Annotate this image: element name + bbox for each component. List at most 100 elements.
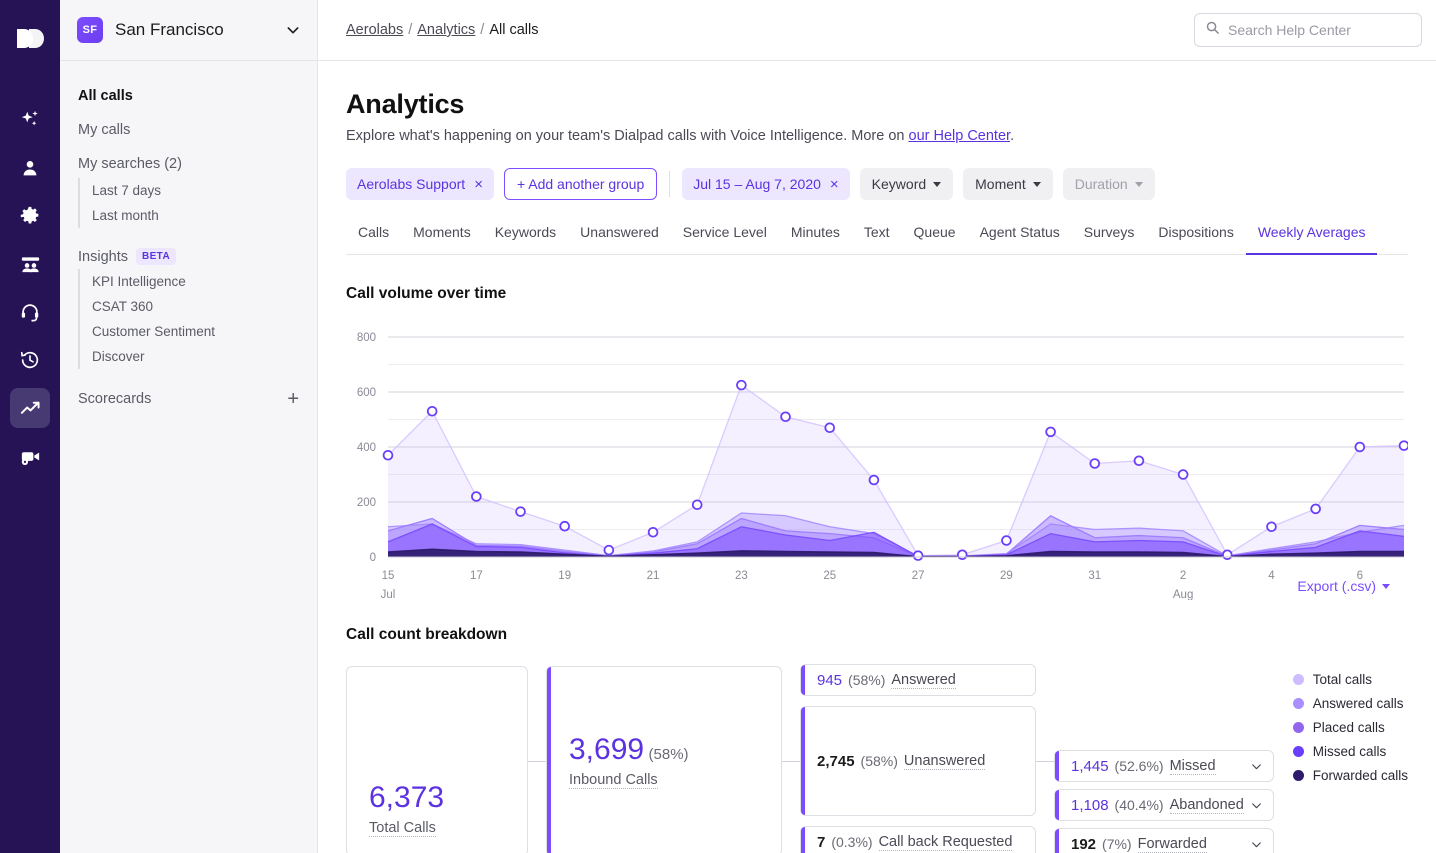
tab-weekly-averages[interactable]: Weekly Averages [1246,224,1378,255]
callback-requested-card[interactable]: 7 (0.3%) Call back Requested [800,826,1036,853]
analytics-trend-icon[interactable] [10,388,50,428]
filter-moment-dropdown[interactable]: Moment [963,168,1053,200]
tab-moments[interactable]: Moments [401,224,483,254]
missed-pct: (52.6%) [1115,758,1164,774]
svg-text:2: 2 [1180,570,1186,582]
sidebar-nav: All calls My calls My searches (2) Last … [60,61,317,411]
page-content: Analytics Explore what's happening on yo… [318,61,1436,853]
abandoned-card[interactable]: 1,108 (40.4%) Abandoned [1054,789,1274,821]
filter-keyword-dropdown[interactable]: Keyword [860,168,953,200]
export-csv-label: Export (.csv) [1297,578,1376,594]
inbound-calls-card[interactable]: 3,699 (58%) Inbound Calls [546,666,782,853]
add-another-group-button[interactable]: + Add another group [504,168,657,200]
answered-card[interactable]: 945 (58%) Answered [800,664,1036,696]
sidebar-item-discover[interactable]: Discover [92,344,317,369]
breadcrumb-root[interactable]: Aerolabs [346,22,403,38]
sidebar-group-scorecards: Scorecards + [60,375,317,411]
filter-duration-dropdown[interactable]: Duration [1063,168,1155,200]
unanswered-value: 2,745 [817,753,855,770]
subtitle-text-before: Explore what's happening on your team's … [346,128,909,144]
filter-chip-date-range[interactable]: Jul 15 – Aug 7, 2020 × [682,168,849,200]
sidebar-item-last-month[interactable]: Last month [92,203,317,228]
tab-calls[interactable]: Calls [346,224,401,254]
svg-text:19: 19 [558,570,571,582]
legend-label: Placed calls [1313,720,1385,735]
chevron-down-icon [1033,182,1041,187]
close-icon[interactable]: × [830,177,839,192]
sidebar-item-all-calls[interactable]: All calls [60,79,317,113]
workspace-switcher[interactable]: SF San Francisco [60,0,317,61]
abandoned-pct: (40.4%) [1115,797,1164,813]
contact-center-headset-icon[interactable] [10,292,50,332]
sidebar-item-kpi-intelligence[interactable]: KPI Intelligence [92,269,317,294]
export-csv-button[interactable]: Export (.csv) [1297,578,1390,594]
chart-section-title: Call volume over time [346,285,1408,303]
filter-chip-date-label: Jul 15 – Aug 7, 2020 [693,176,821,192]
breakdown-section-title: Call count breakdown [346,626,1408,644]
add-scorecard-icon[interactable]: + [287,389,299,409]
sidebar-insights-label: Insights [78,249,128,265]
sidebar-item-my-calls[interactable]: My calls [60,113,317,147]
breadcrumb: Aerolabs/Analytics/All calls [346,22,1194,38]
legend-item-placed-calls: Placed calls [1293,720,1408,735]
svg-text:27: 27 [912,570,925,582]
sidebar-searches-list: Last 7 days Last month [78,178,317,228]
chevron-down-icon[interactable] [285,22,301,38]
ai-sparkle-icon[interactable] [10,100,50,140]
filter-chip-group[interactable]: Aerolabs Support × [346,168,494,200]
sidebar-group-insights[interactable]: Insights BETA [60,234,317,267]
tab-agent-status[interactable]: Agent Status [968,224,1072,254]
filter-bar: Aerolabs Support × + Add another group J… [346,168,1408,200]
sidebar-panel: SF San Francisco All calls My calls My s… [60,0,318,853]
chevron-down-icon[interactable] [1250,799,1263,812]
filter-divider [669,171,670,197]
connector-line [1036,761,1054,762]
contacts-person-icon[interactable] [10,148,50,188]
call-history-icon[interactable] [10,340,50,380]
tab-minutes[interactable]: Minutes [779,224,852,254]
chevron-down-icon [933,182,941,187]
forwarded-card[interactable]: 192 (7%) Forwarded [1054,828,1274,853]
meetings-group-icon[interactable] [10,244,50,284]
svg-text:29: 29 [1000,570,1013,582]
inbound-calls-pct: (58%) [649,746,689,763]
search-input[interactable] [1228,22,1411,38]
sidebar-item-csat-360[interactable]: CSAT 360 [92,294,317,319]
tab-text[interactable]: Text [852,224,902,254]
settings-gear-icon[interactable] [10,196,50,236]
breadcrumb-separator-2: / [480,22,484,38]
tab-queue[interactable]: Queue [902,224,968,254]
forwarded-value: 192 [1071,836,1096,853]
sidebar-group-my-searches[interactable]: My searches (2) [60,147,317,176]
missed-card[interactable]: 1,445 (52.6%) Missed [1054,750,1274,782]
breadcrumb-analytics[interactable]: Analytics [417,22,475,38]
chart-legend: Total calls Answered calls Placed calls … [1293,672,1408,792]
close-icon[interactable]: × [474,177,483,192]
tab-unanswered[interactable]: Unanswered [568,224,671,254]
chart-svg: 0200400600800151719212325272931246JulAug [346,325,1408,600]
total-calls-card[interactable]: 6,373 Total Calls [346,666,528,853]
sidebar-item-last-7-days[interactable]: Last 7 days [92,178,317,203]
page-title: Analytics [346,89,1408,120]
legend-color-swatch [1293,722,1304,733]
video-settings-icon[interactable] [10,436,50,476]
sidebar-item-scorecards[interactable]: Scorecards [78,391,287,407]
chevron-down-icon[interactable] [1250,838,1263,851]
help-center-link[interactable]: our Help Center [909,128,1011,144]
tab-dispositions[interactable]: Dispositions [1146,224,1245,254]
tab-keywords[interactable]: Keywords [483,224,568,254]
tab-service-level[interactable]: Service Level [671,224,779,254]
legend-item-answered-calls: Answered calls [1293,696,1408,711]
forwarded-pct: (7%) [1102,836,1132,852]
chevron-down-icon[interactable] [1250,760,1263,773]
sidebar-item-customer-sentiment[interactable]: Customer Sentiment [92,319,317,344]
workspace-initials: SF [77,17,103,43]
help-search-box[interactable] [1194,13,1422,47]
beta-badge: BETA [136,248,176,265]
tab-surveys[interactable]: Surveys [1072,224,1147,254]
svg-text:31: 31 [1088,570,1101,582]
svg-text:800: 800 [357,332,376,344]
abandoned-value: 1,108 [1071,797,1109,814]
dialpad-logo[interactable] [0,12,60,66]
unanswered-card[interactable]: 2,745 (58%) Unanswered [800,706,1036,816]
